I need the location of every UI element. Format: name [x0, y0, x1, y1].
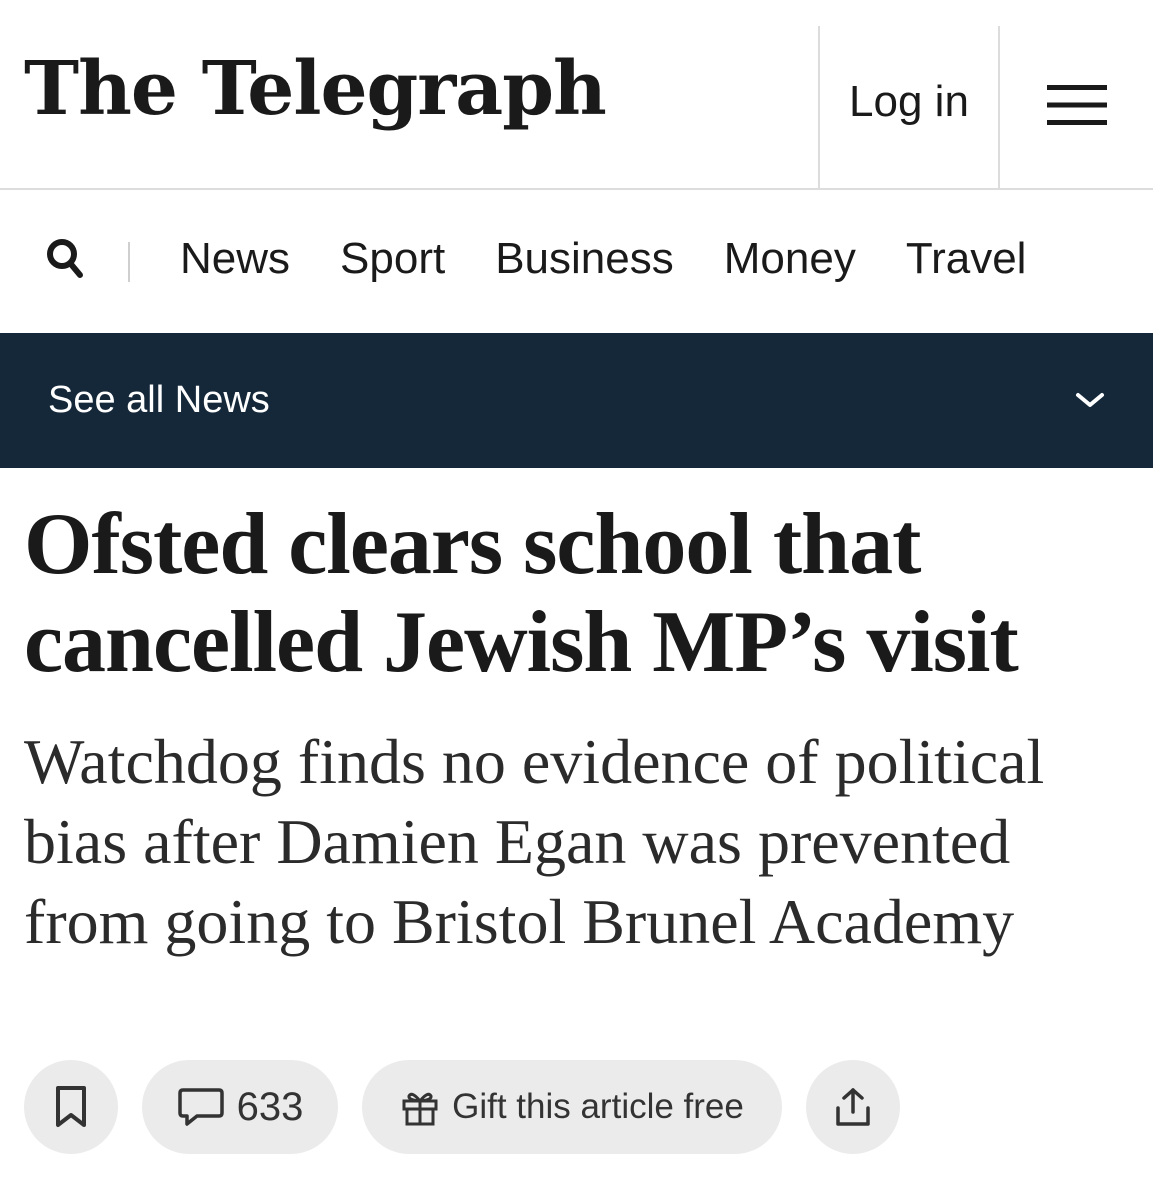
- comment-count: 633: [236, 1084, 304, 1129]
- nav-item-business[interactable]: Business: [495, 230, 674, 288]
- login-button[interactable]: Log in: [820, 60, 998, 144]
- see-all-news-bar[interactable]: See all News: [0, 333, 1153, 468]
- comment-icon: [177, 1088, 224, 1126]
- share-icon: [836, 1088, 870, 1126]
- gift-article-button[interactable]: Gift this article free: [362, 1060, 782, 1154]
- article-headline: Ofsted clears school that cancelled Jewi…: [24, 496, 1019, 691]
- share-button[interactable]: [806, 1060, 900, 1154]
- gift-article-label: Gift this article free: [452, 1087, 744, 1126]
- nav-divider: [128, 242, 130, 282]
- nav-item-news[interactable]: News: [180, 230, 290, 288]
- site-logo[interactable]: The Telegraph: [24, 52, 607, 126]
- gift-icon: [402, 1092, 438, 1126]
- search-button[interactable]: [40, 234, 90, 284]
- bookmark-icon: [56, 1086, 86, 1127]
- nav-item-money[interactable]: Money: [724, 230, 856, 288]
- nav-item-travel[interactable]: Travel: [906, 230, 1027, 288]
- article-standfirst: Watchdog finds no evidence of political …: [24, 726, 1045, 957]
- menu-button[interactable]: [1000, 60, 1153, 150]
- see-all-news-label: See all News: [48, 379, 270, 421]
- article-actions: 633 Gift this article free: [24, 1060, 900, 1154]
- bookmark-button[interactable]: [24, 1060, 118, 1154]
- section-nav: News Sport Business Money Travel: [0, 190, 1153, 333]
- comments-button[interactable]: 633: [142, 1060, 338, 1154]
- hamburger-menu-icon: [1046, 85, 1107, 125]
- search-icon: [47, 239, 83, 278]
- chevron-down-icon: [1076, 393, 1104, 407]
- site-header: The Telegraph Log in: [0, 0, 1153, 190]
- nav-items: News Sport Business Money Travel: [180, 230, 1026, 288]
- nav-item-sport[interactable]: Sport: [340, 230, 445, 288]
- nav-scroll-fade: [1033, 190, 1153, 333]
